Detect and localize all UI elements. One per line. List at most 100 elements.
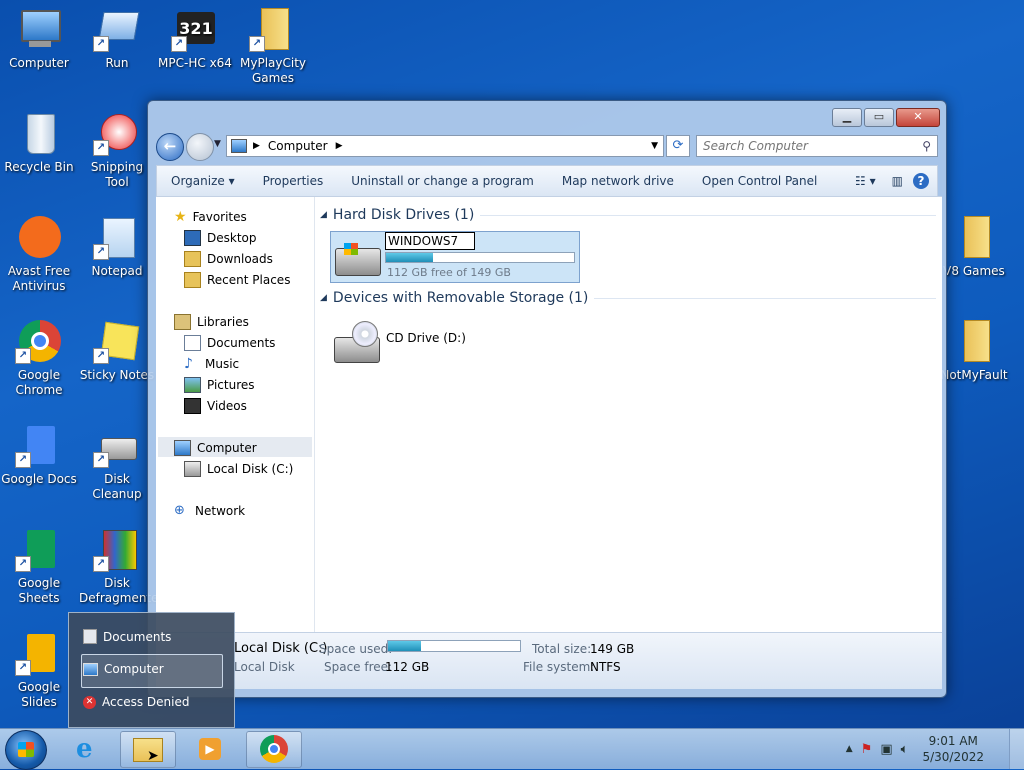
network-icon: ⊕ (174, 503, 185, 518)
nav-music[interactable]: ♪ Music (184, 356, 239, 372)
windows-logo-icon (18, 742, 34, 757)
computer-icon (83, 662, 98, 676)
desktop-icon-google-slides[interactable]: ↗ Google Slides (1, 632, 77, 710)
show-hidden-icons-button[interactable]: ▲ (846, 744, 853, 754)
desktop-icon-label: Avast Free Antivirus (7, 264, 71, 293)
taskbar-chrome[interactable] (246, 731, 302, 768)
cd-drive-label: CD Drive (D:) (386, 331, 466, 345)
show-desktop-button[interactable] (1009, 729, 1024, 769)
star-icon: ★ (174, 209, 187, 225)
properties-button[interactable]: Properties (249, 174, 338, 188)
desktop-icon-myplaycity[interactable]: ↗ MyPlayCity Games (235, 8, 311, 86)
jump-item-computer[interactable]: Computer (83, 662, 164, 676)
desktop-icon-google-docs[interactable]: ↗ Google Docs (1, 424, 77, 487)
command-bar: Organize ▾ Properties Uninstall or chang… (156, 165, 938, 197)
desktop-icon-chrome[interactable]: ↗ Google Chrome (1, 320, 77, 398)
maximize-button[interactable]: ▭ (864, 108, 894, 127)
group-header-hard-disk[interactable]: ◢ Hard Disk Drives (1) (320, 207, 936, 223)
uninstall-button[interactable]: Uninstall or change a program (337, 174, 548, 188)
desktop-icon-notepad[interactable]: ↗ Notepad (79, 216, 155, 279)
desktop-icon-sticky-notes[interactable]: ↗ Sticky Notes (79, 320, 155, 383)
desktop-icon-notmyfault[interactable]: NotMyFault (936, 320, 1012, 383)
music-icon: ♪ (184, 356, 193, 372)
sticky-notes-icon: ↗ (93, 320, 141, 364)
nav-network[interactable]: ⊕ Network (174, 503, 245, 518)
window-controls: ▁ ▭ ✕ (832, 108, 940, 127)
search-box[interactable]: ⚲ (696, 135, 938, 157)
cd-drive-tile[interactable]: CD Drive (D:) (330, 317, 530, 365)
breadcrumb-separator-icon[interactable]: ▶ (336, 141, 343, 151)
organize-menu[interactable]: Organize ▾ (157, 174, 249, 188)
collapse-icon[interactable]: ◢ (320, 210, 327, 220)
desktop-icon-defragmenter[interactable]: ↗ Disk Defragmenter (79, 528, 163, 606)
start-button[interactable] (5, 730, 47, 770)
clock-date: 5/30/2022 (922, 750, 984, 764)
group-divider (594, 297, 936, 299)
search-input[interactable] (697, 138, 923, 154)
jump-item-access-denied[interactable]: ✕ Access Denied (83, 695, 189, 709)
forward-button[interactable] (186, 133, 214, 161)
run-icon: ↗ (93, 8, 141, 52)
search-icon[interactable]: ⚲ (922, 139, 931, 153)
refresh-button[interactable]: ⟳ (666, 135, 690, 157)
desktop-icon-run[interactable]: ↗ Run (79, 8, 155, 71)
desktop-icon-label: Google Slides (17, 680, 61, 709)
nav-videos[interactable]: Videos (184, 398, 247, 414)
nav-documents[interactable]: Documents (184, 335, 275, 351)
desktop-icon-v8-games[interactable]: V8 Games (936, 216, 1012, 279)
address-dropdown-icon[interactable]: ▼ (651, 141, 658, 151)
desktop-icon-computer[interactable]: Computer (1, 8, 77, 71)
help-icon[interactable]: ? (913, 173, 929, 189)
action-center-icon[interactable]: ⚑ (861, 742, 873, 757)
clock-time: 9:01 AM (928, 734, 978, 748)
shortcut-arrow-icon: ↗ (15, 660, 31, 676)
group-header-removable[interactable]: ◢ Devices with Removable Storage (1) (320, 290, 936, 306)
desktop-icon-google-sheets[interactable]: ↗ Google Sheets (1, 528, 77, 606)
nav-pictures[interactable]: Pictures (184, 377, 255, 393)
collapse-icon[interactable]: ◢ (320, 293, 327, 303)
open-control-panel-button[interactable]: Open Control Panel (688, 174, 831, 188)
desktop-icon-mpc[interactable]: 321 ↗ MPC-HC x64 (157, 8, 233, 71)
breadcrumb-separator-icon[interactable]: ▶ (253, 141, 260, 151)
desktop-icon-disk-cleanup[interactable]: ↗ Disk Cleanup (79, 424, 155, 502)
desktop-icon-snipping-tool[interactable]: ↗ Snipping Tool (79, 112, 155, 190)
shortcut-arrow-icon: ↗ (171, 36, 187, 52)
back-button[interactable]: ← (156, 133, 184, 161)
google-sheets-icon: ↗ (15, 528, 63, 572)
rename-input[interactable] (385, 232, 475, 250)
taskbar-media-player[interactable]: ▶ (182, 731, 238, 768)
pictures-icon (184, 377, 201, 393)
nav-desktop[interactable]: Desktop (184, 230, 257, 246)
nav-computer[interactable]: Computer (174, 440, 257, 456)
documents-icon (83, 629, 97, 644)
total-size-value: 149 GB (590, 642, 635, 656)
view-options-icon[interactable]: ☷ ▾ (849, 174, 882, 188)
recycle-bin-icon (15, 112, 63, 156)
nav-downloads[interactable]: Downloads (184, 251, 273, 267)
computer-icon (15, 8, 63, 52)
nav-local-disk[interactable]: Local Disk (C:) (184, 461, 293, 477)
breadcrumb-computer[interactable]: Computer (268, 139, 328, 153)
address-bar[interactable]: ▶ Computer ▶ ▼ (226, 135, 664, 157)
close-button[interactable]: ✕ (896, 108, 940, 127)
jump-item-documents[interactable]: Documents (83, 629, 171, 644)
clock[interactable]: 9:01 AM 5/30/2022 (922, 733, 984, 765)
desktop-icon-recycle-bin[interactable]: Recycle Bin (1, 112, 77, 175)
recent-pages-dropdown[interactable]: ▼ (214, 139, 221, 149)
map-network-drive-button[interactable]: Map network drive (548, 174, 688, 188)
nav-favorites[interactable]: ★ Favorites (174, 209, 247, 225)
taskbar-internet-explorer[interactable]: e (62, 731, 118, 768)
taskbar-windows-explorer[interactable]: ➤ (120, 731, 176, 768)
network-status-icon[interactable]: ▣ (880, 742, 892, 757)
drive-c-tile[interactable]: 112 GB free of 149 GB (330, 231, 580, 283)
desktop-icon (184, 230, 201, 246)
avast-icon (15, 216, 63, 260)
nav-recent-places[interactable]: Recent Places (184, 272, 290, 288)
minimize-button[interactable]: ▁ (832, 108, 862, 127)
preview-pane-icon[interactable]: ▥ (882, 174, 913, 188)
desktop-icon-label: MPC-HC x64 (158, 56, 232, 70)
drive-usage-fill (386, 253, 433, 262)
nav-libraries[interactable]: Libraries (174, 314, 249, 330)
volume-icon[interactable]: 🔈︎ (901, 742, 909, 757)
desktop-icon-avast[interactable]: Avast Free Antivirus (1, 216, 77, 294)
